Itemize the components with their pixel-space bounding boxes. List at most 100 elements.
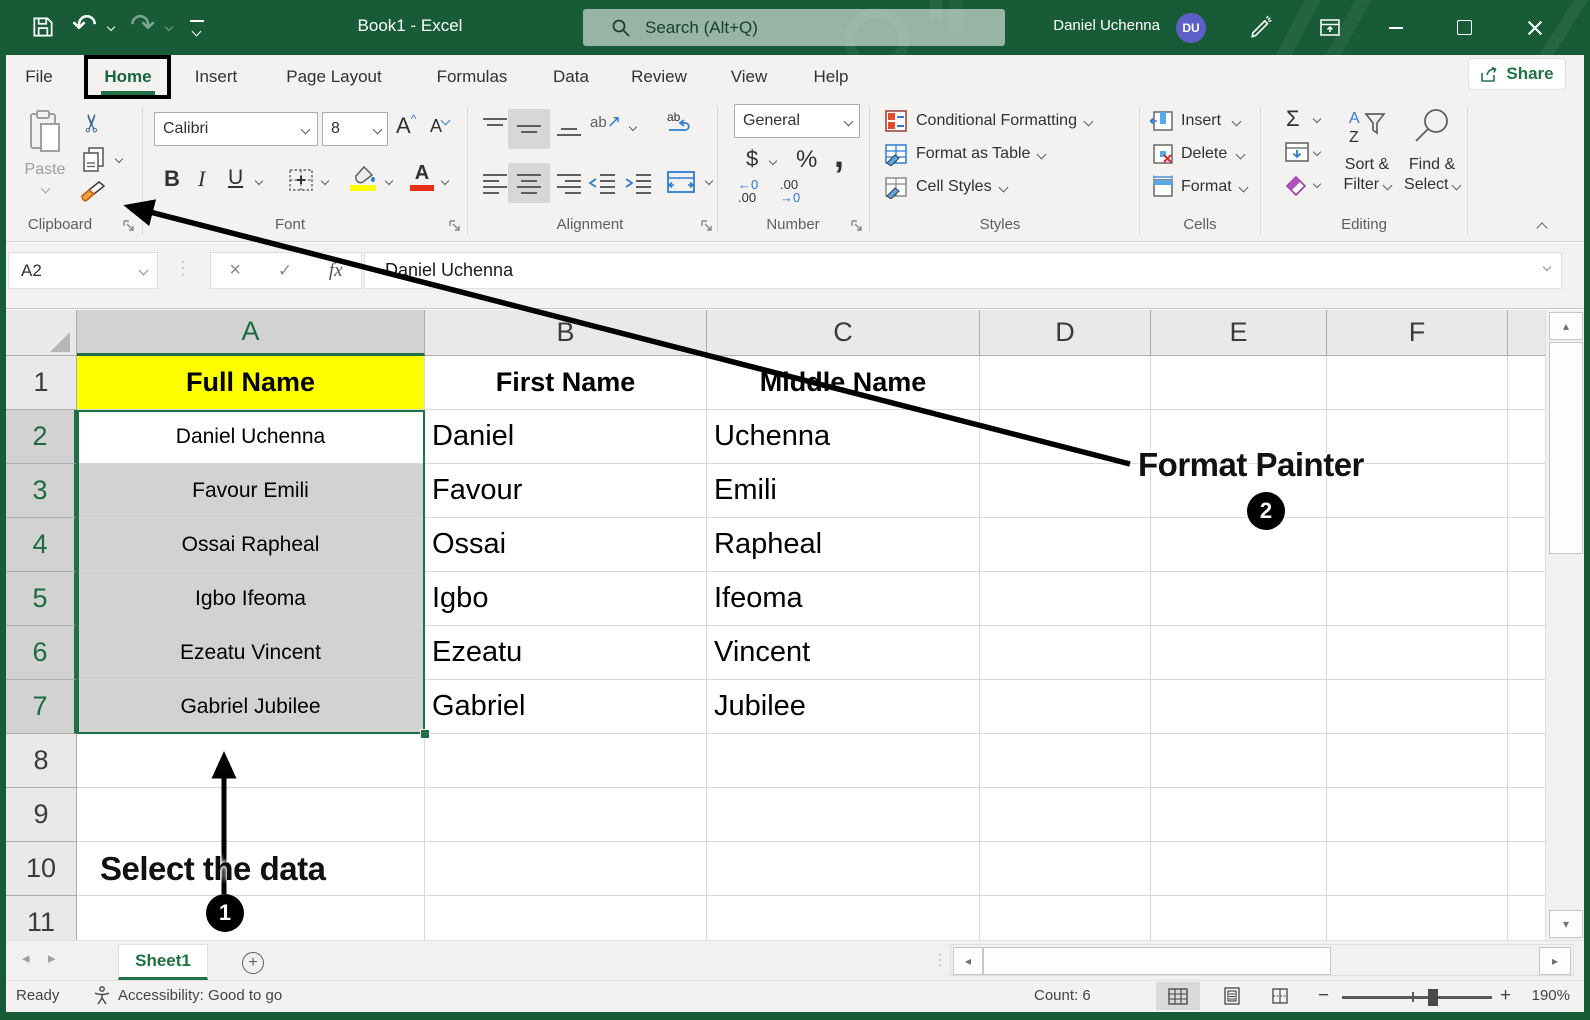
bold-button[interactable]: B <box>164 166 180 192</box>
sheet-nav-prev-icon[interactable]: ◂ <box>22 949 30 967</box>
tab-file[interactable]: File <box>10 57 68 97</box>
align-bottom-button[interactable] <box>556 116 582 138</box>
cell-E1[interactable] <box>1151 356 1327 410</box>
cell-G4[interactable] <box>1508 518 1545 572</box>
cell-C5[interactable]: Ifeoma <box>707 572 980 626</box>
row-header-1[interactable]: 1 <box>6 356 77 410</box>
minimize-button[interactable] <box>1366 0 1426 55</box>
scroll-down-icon[interactable]: ▾ <box>1549 910 1583 938</box>
currency-button[interactable]: $ <box>746 146 758 172</box>
tab-insert[interactable]: Insert <box>178 57 254 97</box>
vertical-scroll-thumb[interactable] <box>1549 342 1583 554</box>
row-header-5[interactable]: 5 <box>6 572 77 626</box>
percent-button[interactable]: % <box>796 146 817 174</box>
enter-icon[interactable]: ✓ <box>278 261 292 281</box>
column-header-F[interactable]: F <box>1327 310 1508 356</box>
cell-D1[interactable] <box>980 356 1151 410</box>
cell-D6[interactable] <box>980 626 1151 680</box>
row-header-6[interactable]: 6 <box>6 626 77 680</box>
status-accessibility[interactable]: Accessibility: Good to go <box>118 987 282 1004</box>
cell-D8[interactable] <box>980 734 1151 788</box>
cell-B8[interactable] <box>425 734 707 788</box>
font-dialog-launcher-icon[interactable] <box>448 219 461 232</box>
cell-C1[interactable]: Middle Name <box>707 356 980 410</box>
font-color-button[interactable]: A <box>410 163 434 191</box>
row-header-2[interactable]: 2 <box>6 410 77 464</box>
cell-E4[interactable] <box>1151 518 1327 572</box>
cell-A2[interactable]: Daniel Uchenna <box>77 410 425 464</box>
align-middle-button[interactable] <box>508 109 550 149</box>
cell-G7[interactable] <box>1508 680 1545 734</box>
cell-E8[interactable] <box>1151 734 1327 788</box>
insert-function-icon[interactable]: fx <box>329 260 343 282</box>
row-header-8[interactable]: 8 <box>6 734 77 788</box>
cell-D11[interactable] <box>980 896 1151 940</box>
zoom-slider-track[interactable] <box>1342 996 1492 999</box>
format-cells-button[interactable]: Format <box>1150 174 1247 200</box>
redo-button[interactable]: ↷ <box>130 8 155 43</box>
horizontal-scrollbar[interactable]: ◂ ▸ <box>950 944 1574 976</box>
row-header-11[interactable]: 11 <box>6 896 77 940</box>
cell-B2[interactable]: Daniel <box>425 410 707 464</box>
zoom-level[interactable]: 190% <box>1516 987 1570 1004</box>
row-header-10[interactable]: 10 <box>6 842 77 896</box>
cell-B4[interactable]: Ossai <box>425 518 707 572</box>
cell-A8[interactable] <box>77 734 425 788</box>
cell-G10[interactable] <box>1508 842 1545 896</box>
customize-quick-access-icon[interactable] <box>190 20 204 40</box>
find-select-button[interactable]: Find & Select <box>1400 108 1464 195</box>
cell-E9[interactable] <box>1151 788 1327 842</box>
row-header-3[interactable]: 3 <box>6 464 77 518</box>
cell-A4[interactable]: Ossai Rapheal <box>77 518 425 572</box>
column-header-C[interactable]: C <box>707 310 980 356</box>
cell-D7[interactable] <box>980 680 1151 734</box>
increase-decimal-button[interactable]: ←0 .00 <box>738 178 776 204</box>
user-name[interactable]: Daniel Uchenna <box>1020 17 1160 34</box>
scroll-up-icon[interactable]: ▴ <box>1549 312 1583 340</box>
tab-review[interactable]: Review <box>618 57 700 97</box>
cell-G1[interactable] <box>1508 356 1545 410</box>
cell-G5[interactable] <box>1508 572 1545 626</box>
format-painter-button[interactable] <box>79 180 107 204</box>
underline-button[interactable]: U <box>228 166 243 190</box>
align-left-button[interactable] <box>482 172 508 194</box>
fill-color-button[interactable] <box>350 164 378 191</box>
tab-scrollbar-divider-dots[interactable]: ⋮ <box>932 950 948 970</box>
alignment-dialog-launcher-icon[interactable] <box>700 219 713 232</box>
cell-E6[interactable] <box>1151 626 1327 680</box>
format-as-table-button[interactable]: Format as Table <box>884 141 1045 167</box>
align-center-button[interactable] <box>508 163 550 203</box>
comma-button[interactable]: , <box>834 134 844 176</box>
font-size-dropdown-icon[interactable] <box>373 124 383 134</box>
ribbon-display-options-icon[interactable] <box>1318 16 1342 40</box>
cell-G2[interactable] <box>1508 410 1545 464</box>
fill-button[interactable] <box>1284 140 1310 164</box>
cell-A3[interactable]: Favour Emili <box>77 464 425 518</box>
number-dialog-launcher-icon[interactable] <box>850 219 863 232</box>
tab-page-layout[interactable]: Page Layout <box>270 57 398 97</box>
save-icon[interactable] <box>30 14 56 40</box>
cell-D3[interactable] <box>980 464 1151 518</box>
cell-D4[interactable] <box>980 518 1151 572</box>
align-top-button[interactable] <box>482 116 508 138</box>
cell-A5[interactable]: Igbo Ifeoma <box>77 572 425 626</box>
cell-E7[interactable] <box>1151 680 1327 734</box>
cell-D5[interactable] <box>980 572 1151 626</box>
row-header-9[interactable]: 9 <box>6 788 77 842</box>
formula-bar[interactable]: Daniel Uchenna <box>364 252 1562 289</box>
close-button[interactable] <box>1500 0 1570 55</box>
cell-E10[interactable] <box>1151 842 1327 896</box>
tab-help[interactable]: Help <box>800 57 862 97</box>
cell-B3[interactable]: Favour <box>425 464 707 518</box>
tab-view[interactable]: View <box>716 57 782 97</box>
cut-button[interactable]: ✂ <box>77 113 107 134</box>
column-header-D[interactable]: D <box>980 310 1151 356</box>
cell-G6[interactable] <box>1508 626 1545 680</box>
search-box[interactable]: Search (Alt+Q) <box>583 9 1005 46</box>
cell-A1[interactable]: Full Name <box>77 356 425 410</box>
zoom-in-icon[interactable]: + <box>1500 985 1511 1007</box>
cell-C11[interactable] <box>707 896 980 940</box>
cell-C3[interactable]: Emili <box>707 464 980 518</box>
cell-F6[interactable] <box>1327 626 1508 680</box>
paste-button[interactable]: Paste <box>16 106 74 204</box>
